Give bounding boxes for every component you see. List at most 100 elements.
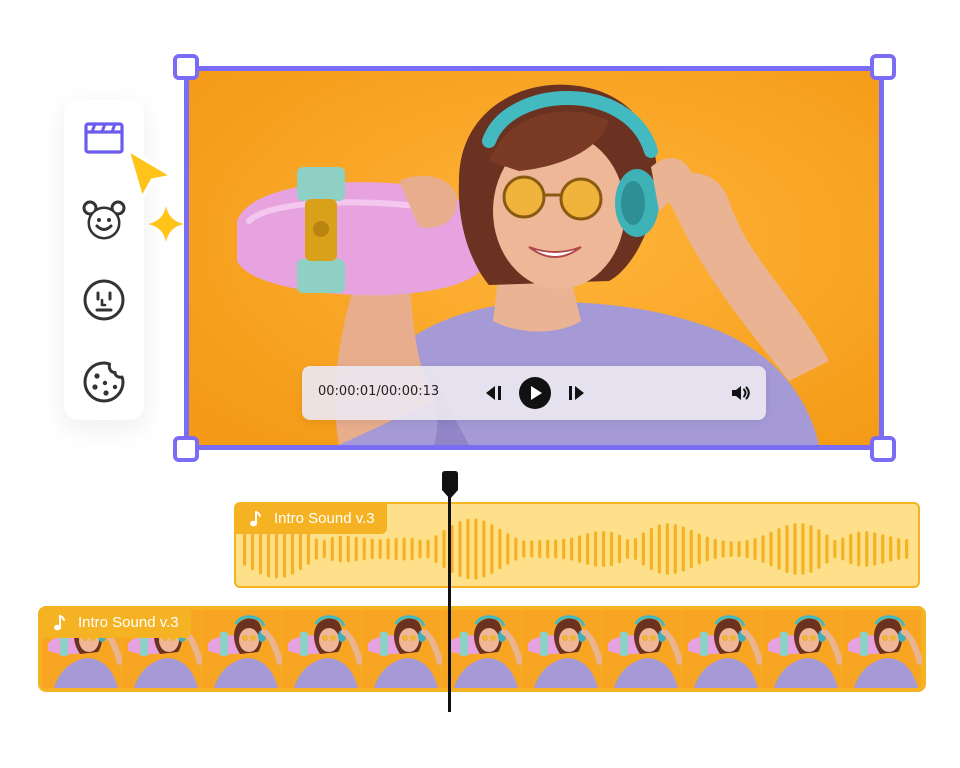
sparkle-icon bbox=[148, 206, 184, 242]
waveform-bar bbox=[585, 533, 590, 565]
waveform-bar bbox=[410, 537, 414, 561]
waveform-bar bbox=[649, 527, 653, 571]
video-thumbnail bbox=[682, 610, 763, 688]
waveform-bar bbox=[346, 535, 350, 563]
playback-time: 00:00:01/00:00:13 bbox=[318, 384, 440, 399]
waveform-bar bbox=[705, 536, 709, 562]
cookie-tool-button[interactable] bbox=[78, 356, 130, 408]
waveform-bar bbox=[713, 538, 717, 560]
waveform-bar bbox=[466, 518, 470, 580]
waveform-bar bbox=[809, 525, 813, 573]
video-thumbnail bbox=[842, 610, 922, 688]
waveform-bar bbox=[314, 538, 318, 560]
waveform-bar bbox=[250, 527, 255, 571]
video-thumbnail bbox=[602, 610, 683, 688]
waveform-bar bbox=[482, 520, 486, 578]
waveform-bar bbox=[833, 539, 837, 559]
playhead-handle[interactable] bbox=[440, 470, 460, 500]
waveform-bar bbox=[841, 537, 845, 561]
waveform-bar bbox=[785, 525, 789, 573]
waveform-bar bbox=[657, 524, 661, 574]
waveform-bar bbox=[889, 536, 893, 562]
player-controls: 00:00:01/00:00:13 bbox=[302, 366, 766, 420]
waveform-bar bbox=[570, 537, 574, 561]
waveform-bar bbox=[593, 531, 598, 567]
waveform-bar bbox=[434, 535, 438, 563]
waveform-bar bbox=[865, 531, 869, 567]
waveform-bar bbox=[554, 539, 558, 559]
waveform-bar bbox=[458, 520, 462, 578]
waveform-bar bbox=[522, 540, 526, 558]
waveform-bar bbox=[322, 539, 326, 559]
waveform-bar bbox=[641, 532, 646, 566]
waveform-bar bbox=[825, 534, 829, 564]
playhead-line bbox=[448, 484, 451, 712]
waveform-bar bbox=[538, 539, 542, 559]
previous-frame-button[interactable] bbox=[478, 377, 510, 409]
waveform-bar bbox=[745, 539, 749, 559]
waveform-bar bbox=[873, 532, 877, 566]
waveform-bar bbox=[298, 527, 303, 571]
next-frame-button[interactable] bbox=[560, 377, 592, 409]
video-thumbnail bbox=[442, 610, 523, 688]
waveform-bar bbox=[857, 531, 861, 567]
waveform-bar bbox=[578, 535, 582, 563]
waveform-bar bbox=[378, 538, 382, 560]
waveform-bar bbox=[418, 539, 422, 559]
waveform-bar bbox=[793, 523, 797, 575]
waveform-bar bbox=[386, 538, 390, 560]
waveform-bar bbox=[633, 537, 638, 561]
waveform-bar bbox=[514, 537, 518, 561]
waveform-bar bbox=[849, 533, 853, 565]
waveform-bar bbox=[665, 523, 669, 575]
video-track[interactable]: Intro Sound v.3 bbox=[38, 606, 926, 692]
audio-track-label: Intro Sound v.3 bbox=[236, 504, 387, 534]
video-track-label: Intro Sound v.3 bbox=[40, 608, 191, 638]
waveform-bar bbox=[681, 526, 685, 572]
play-icon bbox=[519, 377, 551, 409]
waveform-bar bbox=[402, 537, 406, 561]
waveform-bar bbox=[817, 529, 821, 569]
skip-back-icon bbox=[486, 386, 501, 400]
cookie-icon bbox=[83, 361, 125, 403]
waveform-bar bbox=[697, 533, 701, 565]
resize-handle-bottom-right[interactable] bbox=[870, 436, 896, 462]
video-thumbnail bbox=[362, 610, 443, 688]
waveform-bar bbox=[442, 530, 446, 568]
video-thumbnail bbox=[762, 610, 843, 688]
audio-track[interactable]: Intro Sound v.3 bbox=[234, 502, 920, 588]
waveform-bar bbox=[881, 534, 885, 564]
waveform-bar bbox=[562, 538, 566, 560]
waveform-bar bbox=[546, 539, 550, 559]
waveform-bar bbox=[905, 539, 909, 559]
video-thumbnail bbox=[282, 610, 363, 688]
video-thumbnail bbox=[202, 610, 283, 688]
waveform-bar bbox=[474, 518, 478, 580]
waveform-bar bbox=[306, 533, 311, 565]
waveform-bar bbox=[769, 531, 773, 567]
volume-button[interactable] bbox=[724, 377, 756, 409]
waveform-bar bbox=[897, 538, 901, 560]
waveform-bar bbox=[426, 539, 430, 559]
resize-handle-top-left[interactable] bbox=[173, 54, 199, 80]
waveform-bar bbox=[777, 528, 781, 570]
waveform-bar bbox=[362, 537, 366, 561]
waveform-bar bbox=[394, 537, 398, 561]
waveform-bar bbox=[243, 532, 247, 566]
waveform-bar bbox=[689, 529, 693, 569]
waveform-bar bbox=[721, 540, 725, 558]
waveform-bar bbox=[737, 540, 741, 558]
play-button[interactable] bbox=[518, 376, 552, 410]
waveform-bar bbox=[498, 528, 502, 570]
waveform-bar bbox=[506, 533, 510, 565]
face-emoji-tool-button[interactable] bbox=[78, 274, 130, 326]
waveform-bar bbox=[617, 534, 622, 564]
music-note-icon bbox=[54, 615, 65, 631]
video-track-name: Intro Sound v.3 bbox=[78, 614, 179, 631]
waveform-bar bbox=[761, 535, 765, 563]
resize-handle-bottom-left[interactable] bbox=[173, 436, 199, 462]
waveform-bar bbox=[673, 524, 677, 574]
resize-handle-top-right[interactable] bbox=[870, 54, 896, 80]
waveform-bar bbox=[625, 539, 630, 559]
waveform-bar bbox=[354, 536, 358, 562]
